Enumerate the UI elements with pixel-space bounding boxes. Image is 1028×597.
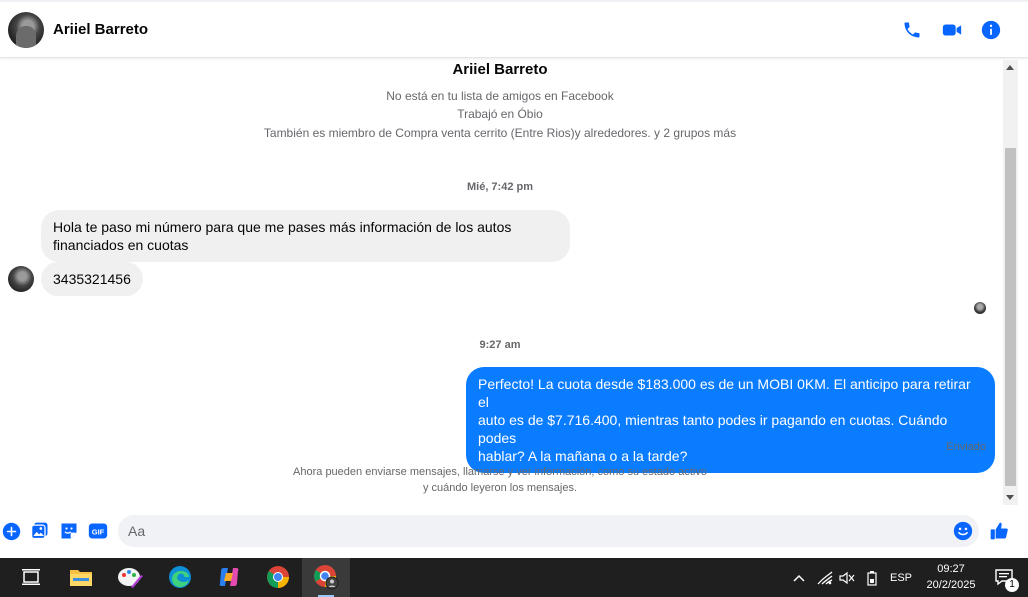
message-input[interactable] (128, 521, 928, 541)
edge-icon[interactable] (167, 564, 193, 590)
clock[interactable]: 09:27 20/2/2025 (918, 561, 984, 593)
thumbs-up-icon[interactable] (989, 521, 1009, 541)
sent-status: Enviado (946, 441, 986, 453)
phone-icon[interactable] (901, 19, 923, 41)
profile-friend-status: No está en tu lista de amigos en Faceboo… (386, 89, 614, 103)
profile-name: Ariiel Barreto (452, 61, 548, 78)
clock-time: 09:27 (937, 563, 965, 575)
plus-icon[interactable] (1, 521, 21, 541)
incoming-message[interactable]: 3435321456 (41, 262, 143, 296)
emoji-icon[interactable] (953, 521, 973, 541)
message-text-line: financiados en cuotas (53, 237, 189, 253)
photo-icon[interactable] (30, 521, 50, 541)
message-text-line: hablar? A la mañana o a la tarde? (478, 448, 688, 464)
avatar[interactable] (8, 12, 44, 48)
sender-avatar[interactable] (8, 266, 34, 292)
message-text-line: Perfecto! La cuota desde $183.000 es de … (478, 376, 971, 410)
show-hidden-icons-chevron-icon[interactable] (790, 558, 808, 597)
scroll-thumb[interactable] (1005, 148, 1016, 486)
message-text-line: Hola te paso mi número para que me pases… (53, 219, 512, 235)
message-timestamp: 9:27 am (479, 339, 521, 351)
notification-count-badge: 1 (1005, 578, 1019, 592)
incoming-message[interactable]: Hola te paso mi número para que me pases… (41, 210, 570, 262)
battery-icon[interactable] (863, 558, 881, 597)
profile-work: Trabajó en Óbio (457, 107, 543, 121)
gif-icon[interactable]: GIF (88, 521, 108, 541)
scroll-down-arrow[interactable] (1006, 495, 1014, 500)
outgoing-message[interactable]: Perfecto! La cuota desde $183.000 es de … (466, 367, 995, 473)
windows-taskbar: ESP 09:27 20/2/2025 1 (0, 558, 1028, 597)
message-input-box[interactable] (118, 515, 979, 547)
clock-date: 20/2/2025 (926, 579, 976, 591)
task-view-icon[interactable] (18, 564, 44, 590)
wifi-icon[interactable] (816, 558, 834, 597)
sticker-icon[interactable] (59, 521, 79, 541)
profile-groups: También es miembro de Compra venta cerri… (263, 126, 737, 140)
encryption-note: Ahora pueden enviarse mensajes, llamarse… (293, 466, 707, 478)
contact-name[interactable]: Ariiel Barreto (53, 21, 148, 38)
encryption-note: y cuándo leyeron los mensajes. (422, 482, 578, 494)
message-text-line: auto es de $7.716.400, mientras tanto po… (478, 412, 948, 446)
chrome-profile-icon[interactable] (313, 564, 339, 590)
input-language[interactable]: ESP (887, 558, 915, 597)
messenger-window: Ariiel Barreto Ariiel Barreto No está en… (0, 0, 1028, 558)
gif-label: GIF (92, 527, 105, 536)
speaker-muted-icon[interactable] (838, 558, 856, 597)
message-timestamp: Mié, 7:42 pm (466, 181, 534, 193)
scroll-up-arrow[interactable] (1006, 65, 1014, 70)
messages-scrollbar[interactable] (1003, 60, 1018, 505)
seen-avatar (974, 302, 986, 314)
file-explorer-icon[interactable] (68, 564, 94, 590)
paint-icon[interactable] (117, 564, 143, 590)
copilot-icon[interactable] (216, 564, 242, 590)
message-composer: GIF (0, 510, 1028, 556)
video-camera-icon[interactable] (941, 19, 963, 41)
chat-header: Ariiel Barreto (0, 2, 1028, 58)
info-icon[interactable] (980, 19, 1002, 41)
chrome-icon[interactable] (265, 564, 291, 590)
message-text: 3435321456 (53, 271, 131, 287)
